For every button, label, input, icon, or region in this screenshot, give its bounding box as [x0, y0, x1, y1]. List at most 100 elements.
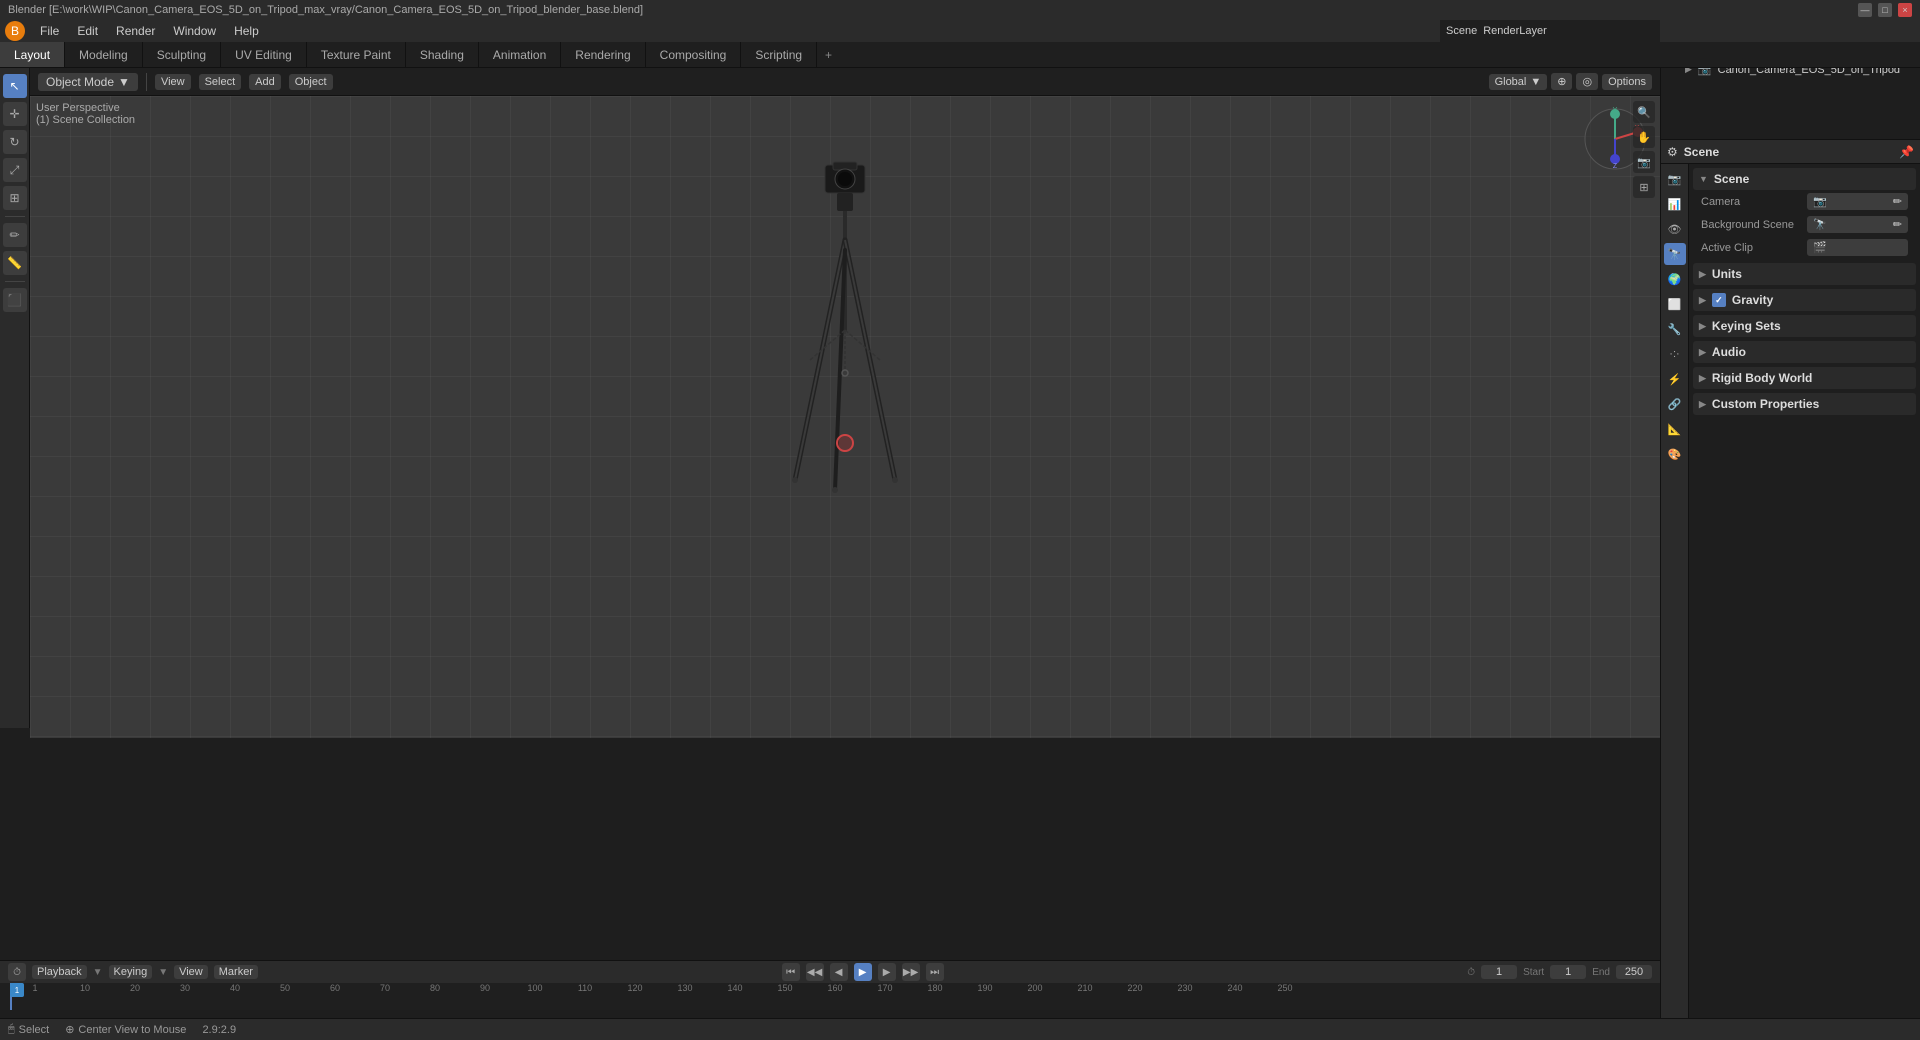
ws-tab-sculpting[interactable]: Sculpting [143, 42, 221, 67]
vp-proportional-btn[interactable]: ◎ [1576, 73, 1598, 90]
menu-edit[interactable]: Edit [69, 22, 106, 40]
viewport[interactable]: User Perspective (1) Scene Collection [30, 96, 1660, 738]
tl-jump-start-btn[interactable]: ⏮ [782, 963, 800, 981]
left-toolbar: ↖ ✛ ↻ ⤢ ⊞ ✏ 📏 ⬛ [0, 68, 30, 728]
toolbar-rotate-btn[interactable]: ↻ [3, 130, 27, 154]
menu-render[interactable]: Render [108, 22, 163, 40]
props-pin-icon[interactable]: 📌 [1899, 145, 1914, 159]
menu-file[interactable]: File [32, 22, 67, 40]
prop-tab-physics[interactable]: ⚡ [1664, 368, 1686, 390]
maximize-button[interactable]: □ [1878, 3, 1892, 17]
units-header[interactable]: ▶ Units [1693, 263, 1916, 285]
tl-view-dropdown[interactable]: View [174, 965, 208, 979]
vp-options-btn[interactable]: Options [1602, 74, 1652, 90]
vp-snap-btn[interactable]: ⊕ [1551, 73, 1572, 90]
frame-num-250: 250 [1260, 983, 1310, 993]
tl-marker-dropdown[interactable]: Marker [214, 965, 258, 979]
vp-select-btn[interactable]: Select [199, 74, 242, 90]
toolbar-add-btn[interactable]: ⬛ [3, 288, 27, 312]
prop-tab-data[interactable]: 📐 [1664, 418, 1686, 440]
tl-jump-end-btn[interactable]: ⏭ [926, 963, 944, 981]
toolbar-move-btn[interactable]: ✛ [3, 102, 27, 126]
vp-object-btn[interactable]: Object [289, 74, 333, 90]
perspective-label: User Perspective [36, 102, 135, 114]
mode-dropdown[interactable]: Object Mode ▼ [38, 73, 138, 91]
tl-play-btn[interactable]: ▶ [854, 963, 872, 981]
active-clip-value[interactable]: 🎬 [1807, 239, 1908, 256]
frame-num-130: 130 [660, 983, 710, 993]
prop-tab-object[interactable]: ⬜ [1664, 293, 1686, 315]
gravity-label: Gravity [1732, 293, 1773, 307]
prop-tab-render[interactable]: 📷 [1664, 168, 1686, 190]
toolbar-transform-btn[interactable]: ⊞ [3, 186, 27, 210]
tl-next-frame-btn[interactable]: ▶ [878, 963, 896, 981]
tl-next-keyframe-btn[interactable]: ▶▶ [902, 963, 920, 981]
tl-start-frame-input[interactable] [1550, 965, 1586, 979]
clip-icon: 🎬 [1813, 241, 1827, 254]
prop-tab-modifier[interactable]: 🔧 [1664, 318, 1686, 340]
toolbar-scale-btn[interactable]: ⤢ [3, 158, 27, 182]
ws-tab-layout[interactable]: Layout [0, 42, 65, 67]
ws-tab-compositing[interactable]: Compositing [646, 42, 742, 67]
prop-tab-world[interactable]: 🌍 [1664, 268, 1686, 290]
toolbar-measure-btn[interactable]: 📏 [3, 251, 27, 275]
ws-tab-modeling[interactable]: Modeling [65, 42, 143, 67]
hand-btn[interactable]: ✋ [1633, 126, 1655, 148]
prop-tab-view-layer[interactable]: 👁 [1664, 218, 1686, 240]
vp-global-dropdown[interactable]: Global ▼ [1489, 74, 1548, 90]
vp-add-btn[interactable]: Add [249, 74, 281, 90]
minimize-button[interactable]: — [1858, 3, 1872, 17]
scene-section-header[interactable]: ▼ Scene [1693, 168, 1916, 190]
audio-header[interactable]: ▶ Audio [1693, 341, 1916, 363]
bg-scene-edit-icon[interactable]: ✏ [1893, 218, 1902, 231]
center-view-label: Center View to Mouse [78, 1024, 186, 1036]
tl-prev-keyframe-btn[interactable]: ◀◀ [806, 963, 824, 981]
vp-view-btn[interactable]: View [155, 74, 191, 90]
camera-value[interactable]: 📷 ✏ [1807, 193, 1908, 210]
gravity-checkbox[interactable]: ✓ [1712, 293, 1726, 307]
tl-prev-frame-btn[interactable]: ◀ [830, 963, 848, 981]
audio-section: ▶ Audio [1693, 341, 1916, 363]
gravity-chevron: ▶ [1699, 295, 1706, 306]
close-button[interactable]: × [1898, 3, 1912, 17]
ws-tab-animation[interactable]: Animation [479, 42, 561, 67]
workspace-add-button[interactable]: + [817, 42, 840, 67]
rigid-body-section: ▶ Rigid Body World [1693, 367, 1916, 389]
tl-current-frame-input[interactable] [1481, 965, 1517, 979]
custom-props-header[interactable]: ▶ Custom Properties [1693, 393, 1916, 415]
rigid-body-header[interactable]: ▶ Rigid Body World [1693, 367, 1916, 389]
tl-keying-dropdown[interactable]: Keying [109, 965, 153, 979]
prop-tab-particles[interactable]: ·:· [1664, 343, 1686, 365]
props-icons-column: 📷 📊 👁 🔭 🌍 ⬜ 🔧 ·:· ⚡ 🔗 📐 🎨 [1661, 164, 1689, 1040]
ws-tab-shading[interactable]: Shading [406, 42, 479, 67]
toolbar-sep-2 [5, 281, 25, 282]
ortho-view-btn[interactable]: ⊞ [1633, 176, 1655, 198]
menu-help[interactable]: Help [226, 22, 267, 40]
prop-tab-material[interactable]: 🎨 [1664, 443, 1686, 465]
toolbar-select-btn[interactable]: ↖ [3, 74, 27, 98]
camera-edit-icon[interactable]: ✏ [1893, 195, 1902, 208]
frame-num-1: 1 [10, 983, 60, 993]
menu-window[interactable]: Window [165, 22, 224, 40]
ws-tab-uv-editing[interactable]: UV Editing [221, 42, 307, 67]
ws-tab-rendering[interactable]: Rendering [561, 42, 645, 67]
tl-playback-dropdown[interactable]: Playback [32, 965, 87, 979]
keying-sets-header[interactable]: ▶ Keying Sets [1693, 315, 1916, 337]
props-icon: ⚙ [1667, 145, 1678, 159]
window-controls[interactable]: — □ × [1858, 3, 1912, 17]
ws-tab-texture-paint[interactable]: Texture Paint [307, 42, 406, 67]
gravity-header[interactable]: ▶ ✓ Gravity [1693, 289, 1916, 311]
toolbar-annotate-btn[interactable]: ✏ [3, 223, 27, 247]
prop-tab-constraints[interactable]: 🔗 [1664, 393, 1686, 415]
timeline-ruler[interactable]: 1 1 10 20 30 40 50 60 70 80 90 100 110 1… [0, 983, 1660, 1010]
background-scene-value[interactable]: 🔭 ✏ [1807, 216, 1908, 233]
prop-tab-output[interactable]: 📊 [1664, 193, 1686, 215]
zoom-btn[interactable]: 🔍 [1633, 101, 1655, 123]
prop-tab-scene[interactable]: 🔭 [1664, 243, 1686, 265]
camera-view-btn[interactable]: 📷 [1633, 151, 1655, 173]
tl-icon-btn[interactable]: ⏱ [8, 963, 26, 981]
coords-label: 2.9:2.9 [202, 1024, 236, 1036]
ws-tab-scripting[interactable]: Scripting [741, 42, 817, 67]
frame-num-140: 140 [710, 983, 760, 993]
tl-end-frame-input[interactable] [1616, 965, 1652, 979]
